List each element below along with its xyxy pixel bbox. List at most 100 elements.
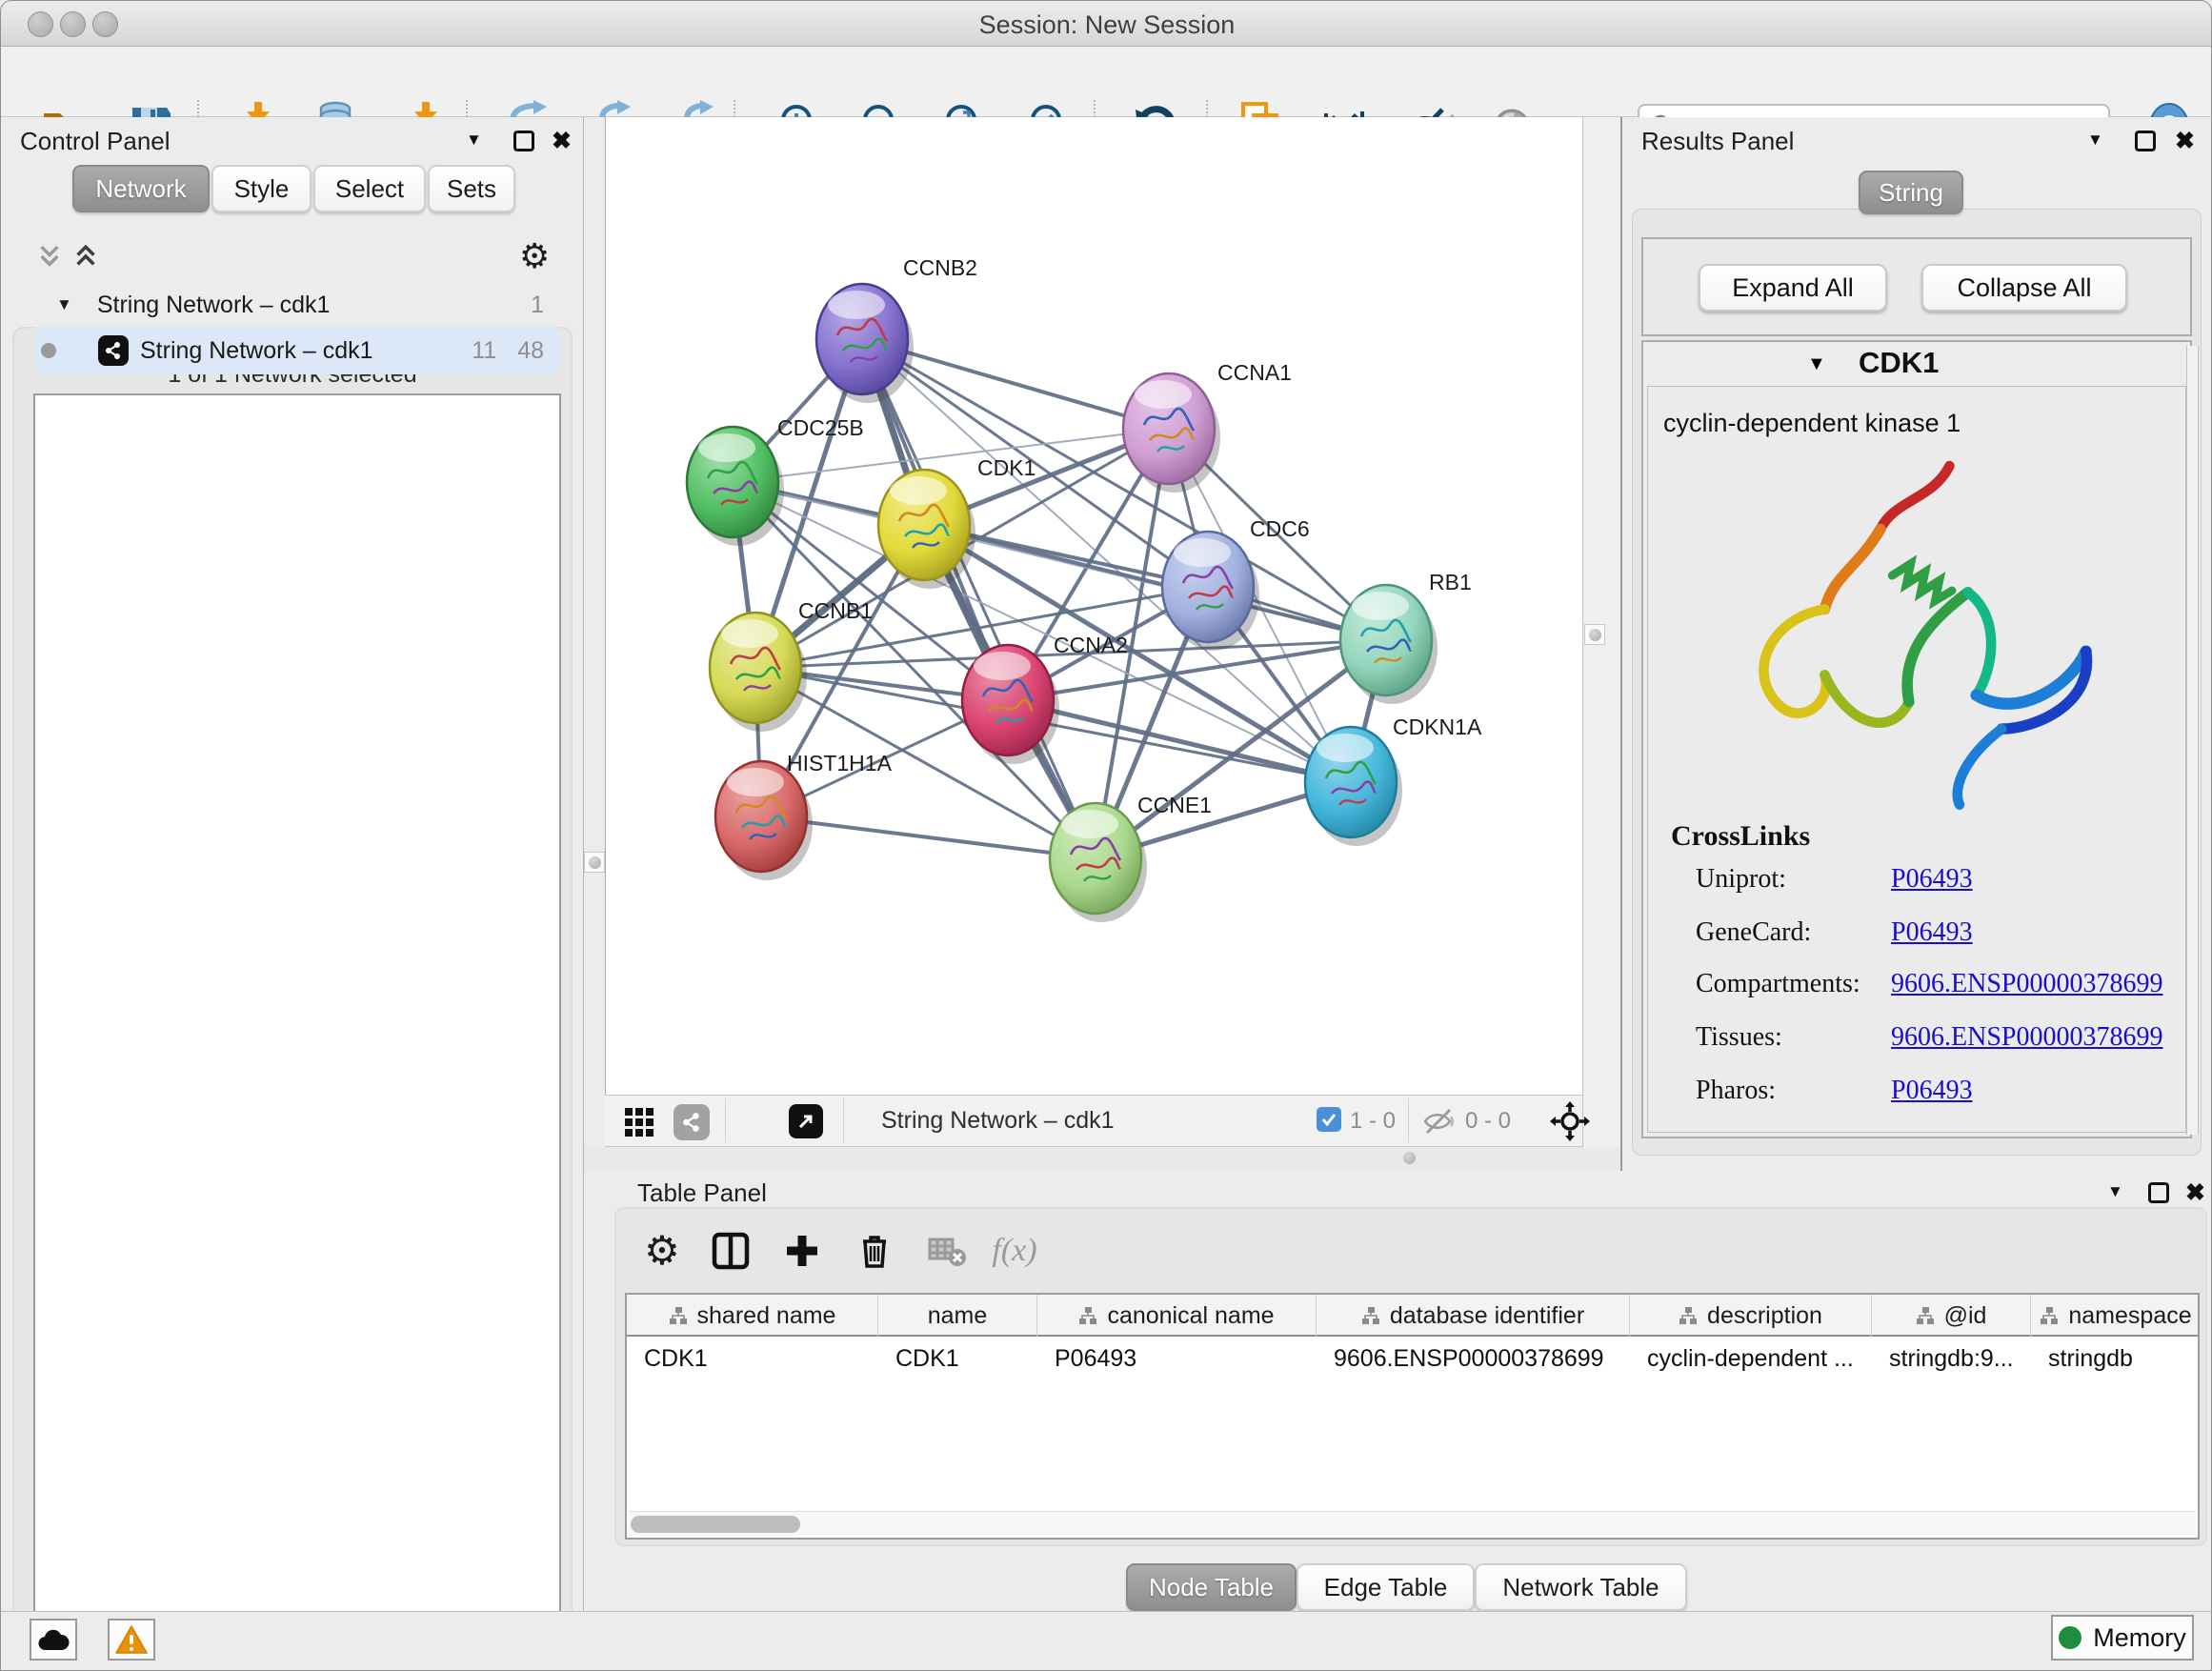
collapse-gene-icon[interactable]: ▼: [1807, 353, 1826, 375]
column-header-namespace[interactable]: namespace: [2031, 1295, 2200, 1337]
network-canvas[interactable]: CCNB2CCNA1CDC25BCDK1CDC6RB1CCNB1CCNA2CDK…: [605, 117, 1582, 1095]
expand-all-networks-icon[interactable]: [71, 243, 100, 270]
delete-column-icon[interactable]: [848, 1224, 901, 1278]
selected-node-edge-count: 1 - 0: [1350, 1108, 1396, 1135]
crosslink-compartments[interactable]: 9606.ENSP00000378699: [1891, 969, 2162, 999]
table-horizontal-scrollbar[interactable]: [629, 1511, 2196, 1536]
column-label: shared name: [697, 1302, 836, 1330]
tab-network[interactable]: Network: [72, 165, 210, 212]
network-view-title: String Network – cdk1: [881, 1107, 1115, 1135]
title-bar: Session: New Session: [1, 1, 2212, 47]
scrollbar-thumb[interactable]: [631, 1516, 800, 1533]
column-header--id[interactable]: @id: [1872, 1295, 2031, 1337]
node-CCNE1[interactable]: [1050, 803, 1147, 922]
edge-CDK1-RB1[interactable]: [924, 525, 1386, 640]
edge-CCNB2-CCNE1[interactable]: [862, 339, 1096, 858]
crosslink-label: Uniprot:: [1696, 864, 1786, 895]
column-header-database-identifier[interactable]: database identifier: [1317, 1295, 1630, 1337]
cell-shared-name[interactable]: CDK1: [627, 1339, 878, 1379]
node-CDC6[interactable]: [1162, 532, 1259, 651]
tab-style[interactable]: Style: [211, 165, 312, 212]
node-CDC25B[interactable]: [687, 427, 784, 546]
column-label: namespace: [2068, 1302, 2191, 1330]
node-CCNA2[interactable]: [962, 645, 1059, 764]
crosslink-tissues[interactable]: 9606.ENSP00000378699: [1891, 1022, 2162, 1053]
vertical-splitter-left[interactable]: [584, 117, 605, 1611]
tab-node-table[interactable]: Node Table: [1126, 1563, 1297, 1611]
function-builder-icon[interactable]: f(x): [988, 1224, 1041, 1278]
cell-database-identifier[interactable]: 9606.ENSP00000378699: [1317, 1339, 1630, 1379]
cell-description[interactable]: cyclin-dependent ...: [1630, 1339, 1872, 1379]
splitter-handle[interactable]: [1584, 624, 1605, 645]
detach-view-icon[interactable]: [789, 1104, 823, 1138]
memory-status-dot-icon: [2059, 1626, 2081, 1649]
node-label-CDC6: CDC6: [1250, 516, 1310, 541]
node-label-CCNE1: CCNE1: [1137, 793, 1212, 817]
column-header-description[interactable]: description: [1630, 1295, 1872, 1337]
collapse-all-networks-icon[interactable]: [35, 243, 64, 270]
network-edge-count: 48: [517, 337, 544, 365]
status-bar: [1, 1611, 2212, 1671]
gene-description: cyclin-dependent kinase 1: [1663, 409, 1961, 438]
float-panel-icon[interactable]: [513, 131, 534, 151]
tab-sets[interactable]: Sets: [428, 165, 515, 212]
panel-menu-icon[interactable]: ▼: [2087, 131, 2103, 150]
cell-canonical-name[interactable]: P06493: [1037, 1339, 1317, 1379]
pan-crosshair-icon[interactable]: [1550, 1101, 1590, 1146]
close-panel-icon[interactable]: ✖: [552, 131, 572, 151]
collapse-collection-icon[interactable]: ▼: [56, 295, 72, 314]
tab-string-results[interactable]: String: [1859, 171, 1963, 214]
column-header-shared-name[interactable]: shared name: [627, 1295, 878, 1337]
splitter-handle[interactable]: [584, 852, 605, 873]
results-scrollbar[interactable]: [2186, 346, 2199, 1135]
cloud-status-button[interactable]: [30, 1619, 77, 1661]
table-panel-title: Table Panel: [637, 1178, 767, 1208]
warnings-button[interactable]: [108, 1619, 155, 1661]
float-panel-icon[interactable]: [2135, 131, 2156, 151]
crosslink-uniprot[interactable]: P06493: [1891, 864, 1973, 895]
tab-select[interactable]: Select: [313, 165, 426, 212]
node-CCNA1[interactable]: [1123, 373, 1220, 493]
cloud-icon: [37, 1627, 70, 1652]
collapse-all-button[interactable]: Collapse All: [1921, 264, 2127, 312]
node-label-CDK1: CDK1: [977, 455, 1036, 480]
node-CDK1[interactable]: [878, 470, 975, 589]
network-collection-row[interactable]: ▼ String Network – cdk1 1: [35, 281, 559, 329]
panel-menu-icon[interactable]: ▼: [2107, 1182, 2123, 1201]
cell-namespace[interactable]: stringdb: [2031, 1339, 2200, 1379]
node-CDKN1A[interactable]: [1305, 727, 1402, 846]
cell--id[interactable]: stringdb:9...: [1872, 1339, 2031, 1379]
float-panel-icon[interactable]: [2148, 1182, 2169, 1203]
network-grid-view-icon[interactable]: [623, 1106, 655, 1143]
network-row-selected[interactable]: String Network – cdk1 11 48: [35, 327, 559, 374]
tab-network-table[interactable]: Network Table: [1475, 1563, 1687, 1611]
node-CCNB1[interactable]: [710, 613, 807, 732]
table-options-gear-icon[interactable]: ⚙: [635, 1224, 689, 1278]
vertical-splitter-right[interactable]: [1582, 117, 1620, 1171]
column-header-canonical-name[interactable]: canonical name: [1037, 1295, 1317, 1337]
node-RB1[interactable]: [1340, 585, 1438, 704]
column-header-name[interactable]: name: [878, 1295, 1037, 1337]
results-panel-title: Results Panel: [1641, 127, 1794, 156]
panel-menu-icon[interactable]: ▼: [466, 131, 482, 150]
show-columns-icon[interactable]: [704, 1224, 757, 1278]
tab-edge-table[interactable]: Edge Table: [1297, 1563, 1475, 1611]
delete-table-icon[interactable]: [920, 1224, 974, 1278]
crosslink-genecard[interactable]: P06493: [1891, 917, 1973, 948]
expand-all-button[interactable]: Expand All: [1699, 264, 1887, 312]
table-row[interactable]: CDK1CDK1P064939606.ENSP00000378699cyclin…: [627, 1339, 2200, 1379]
close-panel-icon[interactable]: ✖: [2185, 1182, 2205, 1203]
cell-name[interactable]: CDK1: [878, 1339, 1037, 1379]
network-view-icon[interactable]: [674, 1104, 710, 1140]
node-CCNB2[interactable]: [816, 284, 914, 403]
memory-button[interactable]: Memory: [2051, 1615, 2194, 1661]
selected-checkbox-icon[interactable]: [1317, 1107, 1341, 1132]
network-options-gear-icon[interactable]: ⚙: [519, 239, 550, 273]
node-HIST1H1A[interactable]: [715, 761, 813, 880]
control-panel: Control Panel ▼ ✖ Network Style Select S…: [1, 117, 584, 1611]
create-column-icon[interactable]: [775, 1224, 829, 1278]
crosslink-pharos[interactable]: P06493: [1891, 1076, 1973, 1106]
network-name: String Network – cdk1: [140, 337, 373, 365]
divider: [843, 1098, 844, 1142]
close-panel-icon[interactable]: ✖: [2175, 131, 2195, 151]
